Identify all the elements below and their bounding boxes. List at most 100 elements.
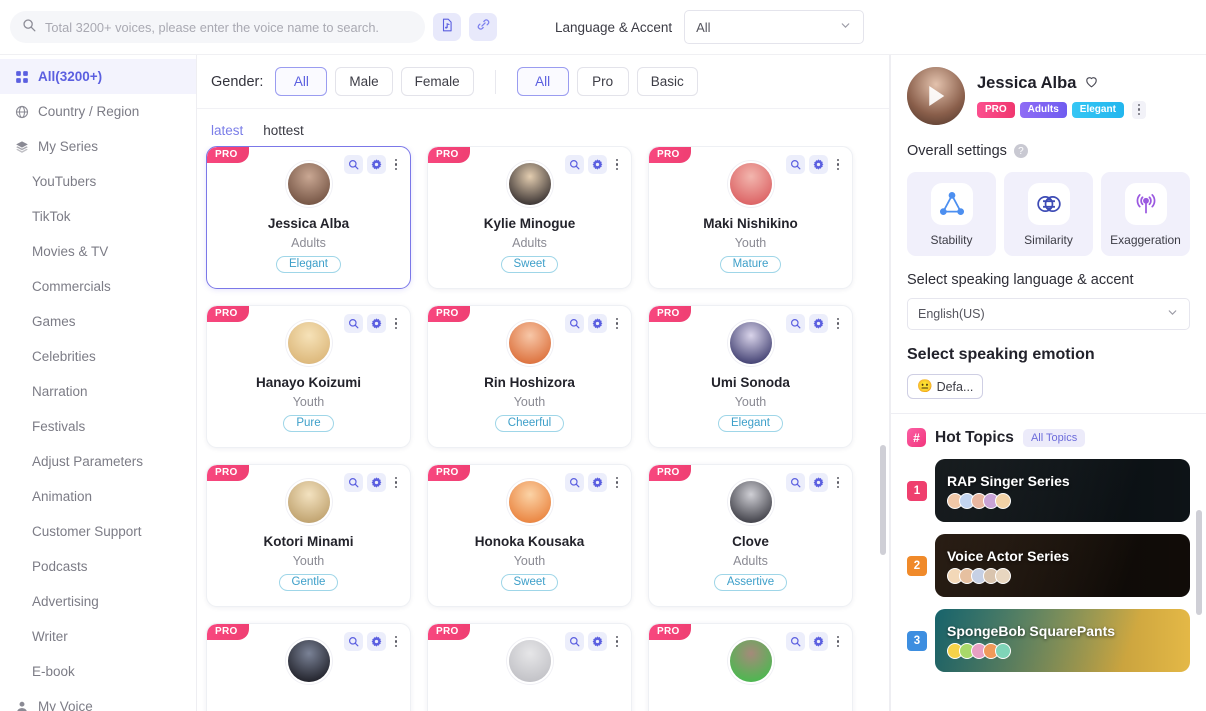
voice-card[interactable]: PRO Jessica Alba Adults Elegant <box>206 146 411 289</box>
sidebar-item-commercials[interactable]: Commercials <box>0 269 196 304</box>
sidebar-item-writer[interactable]: Writer <box>0 619 196 654</box>
more-vertical-icon[interactable] <box>390 635 402 648</box>
voice-card[interactable]: PRO <box>206 623 411 711</box>
search-icon[interactable] <box>344 473 363 492</box>
sidebar-item-country-region[interactable]: Country / Region <box>0 94 196 129</box>
right-panel-scrollbar[interactable] <box>1196 510 1202 615</box>
search-icon[interactable] <box>786 314 805 333</box>
voice-card[interactable]: PRO Umi Sonoda Youth Elegant <box>648 305 853 448</box>
more-vertical-icon[interactable] <box>1131 100 1146 119</box>
voice-grid-scrollbar[interactable] <box>880 445 886 555</box>
gear-icon[interactable] <box>809 155 828 174</box>
search-icon[interactable] <box>344 155 363 174</box>
search-icon[interactable] <box>565 155 584 174</box>
sort-tab-latest[interactable]: latest <box>211 123 243 138</box>
search-icon[interactable] <box>344 632 363 651</box>
setting-card-stability[interactable]: Stability <box>907 172 996 256</box>
plan-filter-all[interactable]: All <box>516 67 569 96</box>
search-icon[interactable] <box>786 473 805 492</box>
help-circle-icon[interactable]: ? <box>1013 144 1028 158</box>
gear-icon[interactable] <box>367 155 386 174</box>
link-button[interactable] <box>469 13 497 41</box>
voice-card[interactable]: PRO Clove Adults Assertive <box>648 464 853 607</box>
voice-card[interactable]: PRO Kylie Minogue Adults Sweet <box>427 146 632 289</box>
more-vertical-icon[interactable] <box>611 158 623 171</box>
gear-icon[interactable] <box>588 473 607 492</box>
plan-filter-basic[interactable]: Basic <box>636 67 698 96</box>
more-vertical-icon[interactable] <box>832 158 844 171</box>
sidebar-item-narration[interactable]: Narration <box>0 374 196 409</box>
gear-icon[interactable] <box>588 314 607 333</box>
sidebar-item-all-3200[interactable]: All(3200+) <box>0 59 196 94</box>
plan-filter-pro[interactable]: Pro <box>576 67 629 96</box>
speaking-language-select[interactable]: English(US) <box>907 298 1190 330</box>
sidebar-item-movies-tv[interactable]: Movies & TV <box>0 234 196 269</box>
gender-filter-female[interactable]: Female <box>400 67 474 96</box>
sidebar-item-podcasts[interactable]: Podcasts <box>0 549 196 584</box>
voice-card[interactable]: PRO Honoka Kousaka Youth Sweet <box>427 464 632 607</box>
hot-topic-row[interactable]: 3 SpongeBob SquarePants <box>891 609 1206 672</box>
sidebar-item-advertising[interactable]: Advertising <box>0 584 196 619</box>
hot-topic-card[interactable]: RAP Singer Series <box>935 459 1190 522</box>
sidebar-item-tiktok[interactable]: TikTok <box>0 199 196 234</box>
more-vertical-icon[interactable] <box>390 317 402 330</box>
voice-card[interactable]: PRO Rin Hoshizora Youth Cheerful <box>427 305 632 448</box>
setting-card-exaggeration[interactable]: Exaggeration <box>1101 172 1190 256</box>
sidebar-item-festivals[interactable]: Festivals <box>0 409 196 444</box>
voice-card[interactable]: PRO Hanayo Koizumi Youth Pure <box>206 305 411 448</box>
voice-card-age: Adults <box>733 554 768 568</box>
more-vertical-icon[interactable] <box>832 635 844 648</box>
setting-card-similarity[interactable]: Similarity <box>1004 172 1093 256</box>
gear-icon[interactable] <box>367 632 386 651</box>
search-icon[interactable] <box>344 314 363 333</box>
voice-detail-avatar[interactable] <box>907 67 965 125</box>
gear-icon[interactable] <box>809 473 828 492</box>
gender-filter-male[interactable]: Male <box>335 67 393 96</box>
sidebar-item-customer-support[interactable]: Customer Support <box>0 514 196 549</box>
more-vertical-icon[interactable] <box>832 317 844 330</box>
more-vertical-icon[interactable] <box>611 635 623 648</box>
sort-tab-hottest[interactable]: hottest <box>263 123 304 138</box>
search-icon[interactable] <box>786 632 805 651</box>
sidebar-item-celebrities[interactable]: Celebrities <box>0 339 196 374</box>
gear-icon[interactable] <box>588 155 607 174</box>
more-vertical-icon[interactable] <box>611 317 623 330</box>
gear-icon[interactable] <box>367 473 386 492</box>
sidebar-item-e-book[interactable]: E-book <box>0 654 196 689</box>
sidebar-item-games[interactable]: Games <box>0 304 196 339</box>
search-icon[interactable] <box>565 632 584 651</box>
voice-card[interactable]: PRO <box>648 623 853 711</box>
gear-icon[interactable] <box>588 632 607 651</box>
hot-topic-row[interactable]: 1 RAP Singer Series <box>891 459 1206 522</box>
hot-topic-row[interactable]: 2 Voice Actor Series <box>891 534 1206 597</box>
all-topics-button[interactable]: All Topics <box>1022 428 1086 447</box>
sidebar-item-animation[interactable]: Animation <box>0 479 196 514</box>
more-vertical-icon[interactable] <box>390 476 402 489</box>
sidebar-item-my-voice[interactable]: My Voice <box>0 689 196 711</box>
gender-filter-all[interactable]: All <box>275 67 328 96</box>
hot-topic-card[interactable]: Voice Actor Series <box>935 534 1190 597</box>
voice-card[interactable]: PRO Maki Nishikino Youth Mature <box>648 146 853 289</box>
gear-icon[interactable] <box>809 314 828 333</box>
language-accent-select[interactable]: All <box>684 10 865 44</box>
more-vertical-icon[interactable] <box>611 476 623 489</box>
search-icon[interactable] <box>565 314 584 333</box>
sidebar-item-adjust-parameters[interactable]: Adjust Parameters <box>0 444 196 479</box>
gear-icon[interactable] <box>809 632 828 651</box>
audio-file-button[interactable] <box>433 13 461 41</box>
search-icon[interactable] <box>565 473 584 492</box>
heart-icon[interactable] <box>1084 74 1099 94</box>
sidebar-item-my-series[interactable]: My Series <box>0 129 196 164</box>
sidebar-item-youtubers[interactable]: YouTubers <box>0 164 196 199</box>
search-input[interactable] <box>45 19 413 35</box>
speaking-emotion-button[interactable]: 😐 Defa... <box>907 374 984 399</box>
more-vertical-icon[interactable] <box>390 158 402 171</box>
voice-card[interactable]: PRO Kotori Minami Youth Gentle <box>206 464 411 607</box>
voice-grid-scroll-area[interactable]: PRO Jessica Alba Adults Elegant PRO Kylie Min… <box>197 146 889 711</box>
gear-icon[interactable] <box>367 314 386 333</box>
more-vertical-icon[interactable] <box>832 476 844 489</box>
search-icon[interactable] <box>786 155 805 174</box>
voice-card[interactable]: PRO <box>427 623 632 711</box>
hot-topic-card[interactable]: SpongeBob SquarePants <box>935 609 1190 672</box>
search-box[interactable] <box>10 11 425 43</box>
